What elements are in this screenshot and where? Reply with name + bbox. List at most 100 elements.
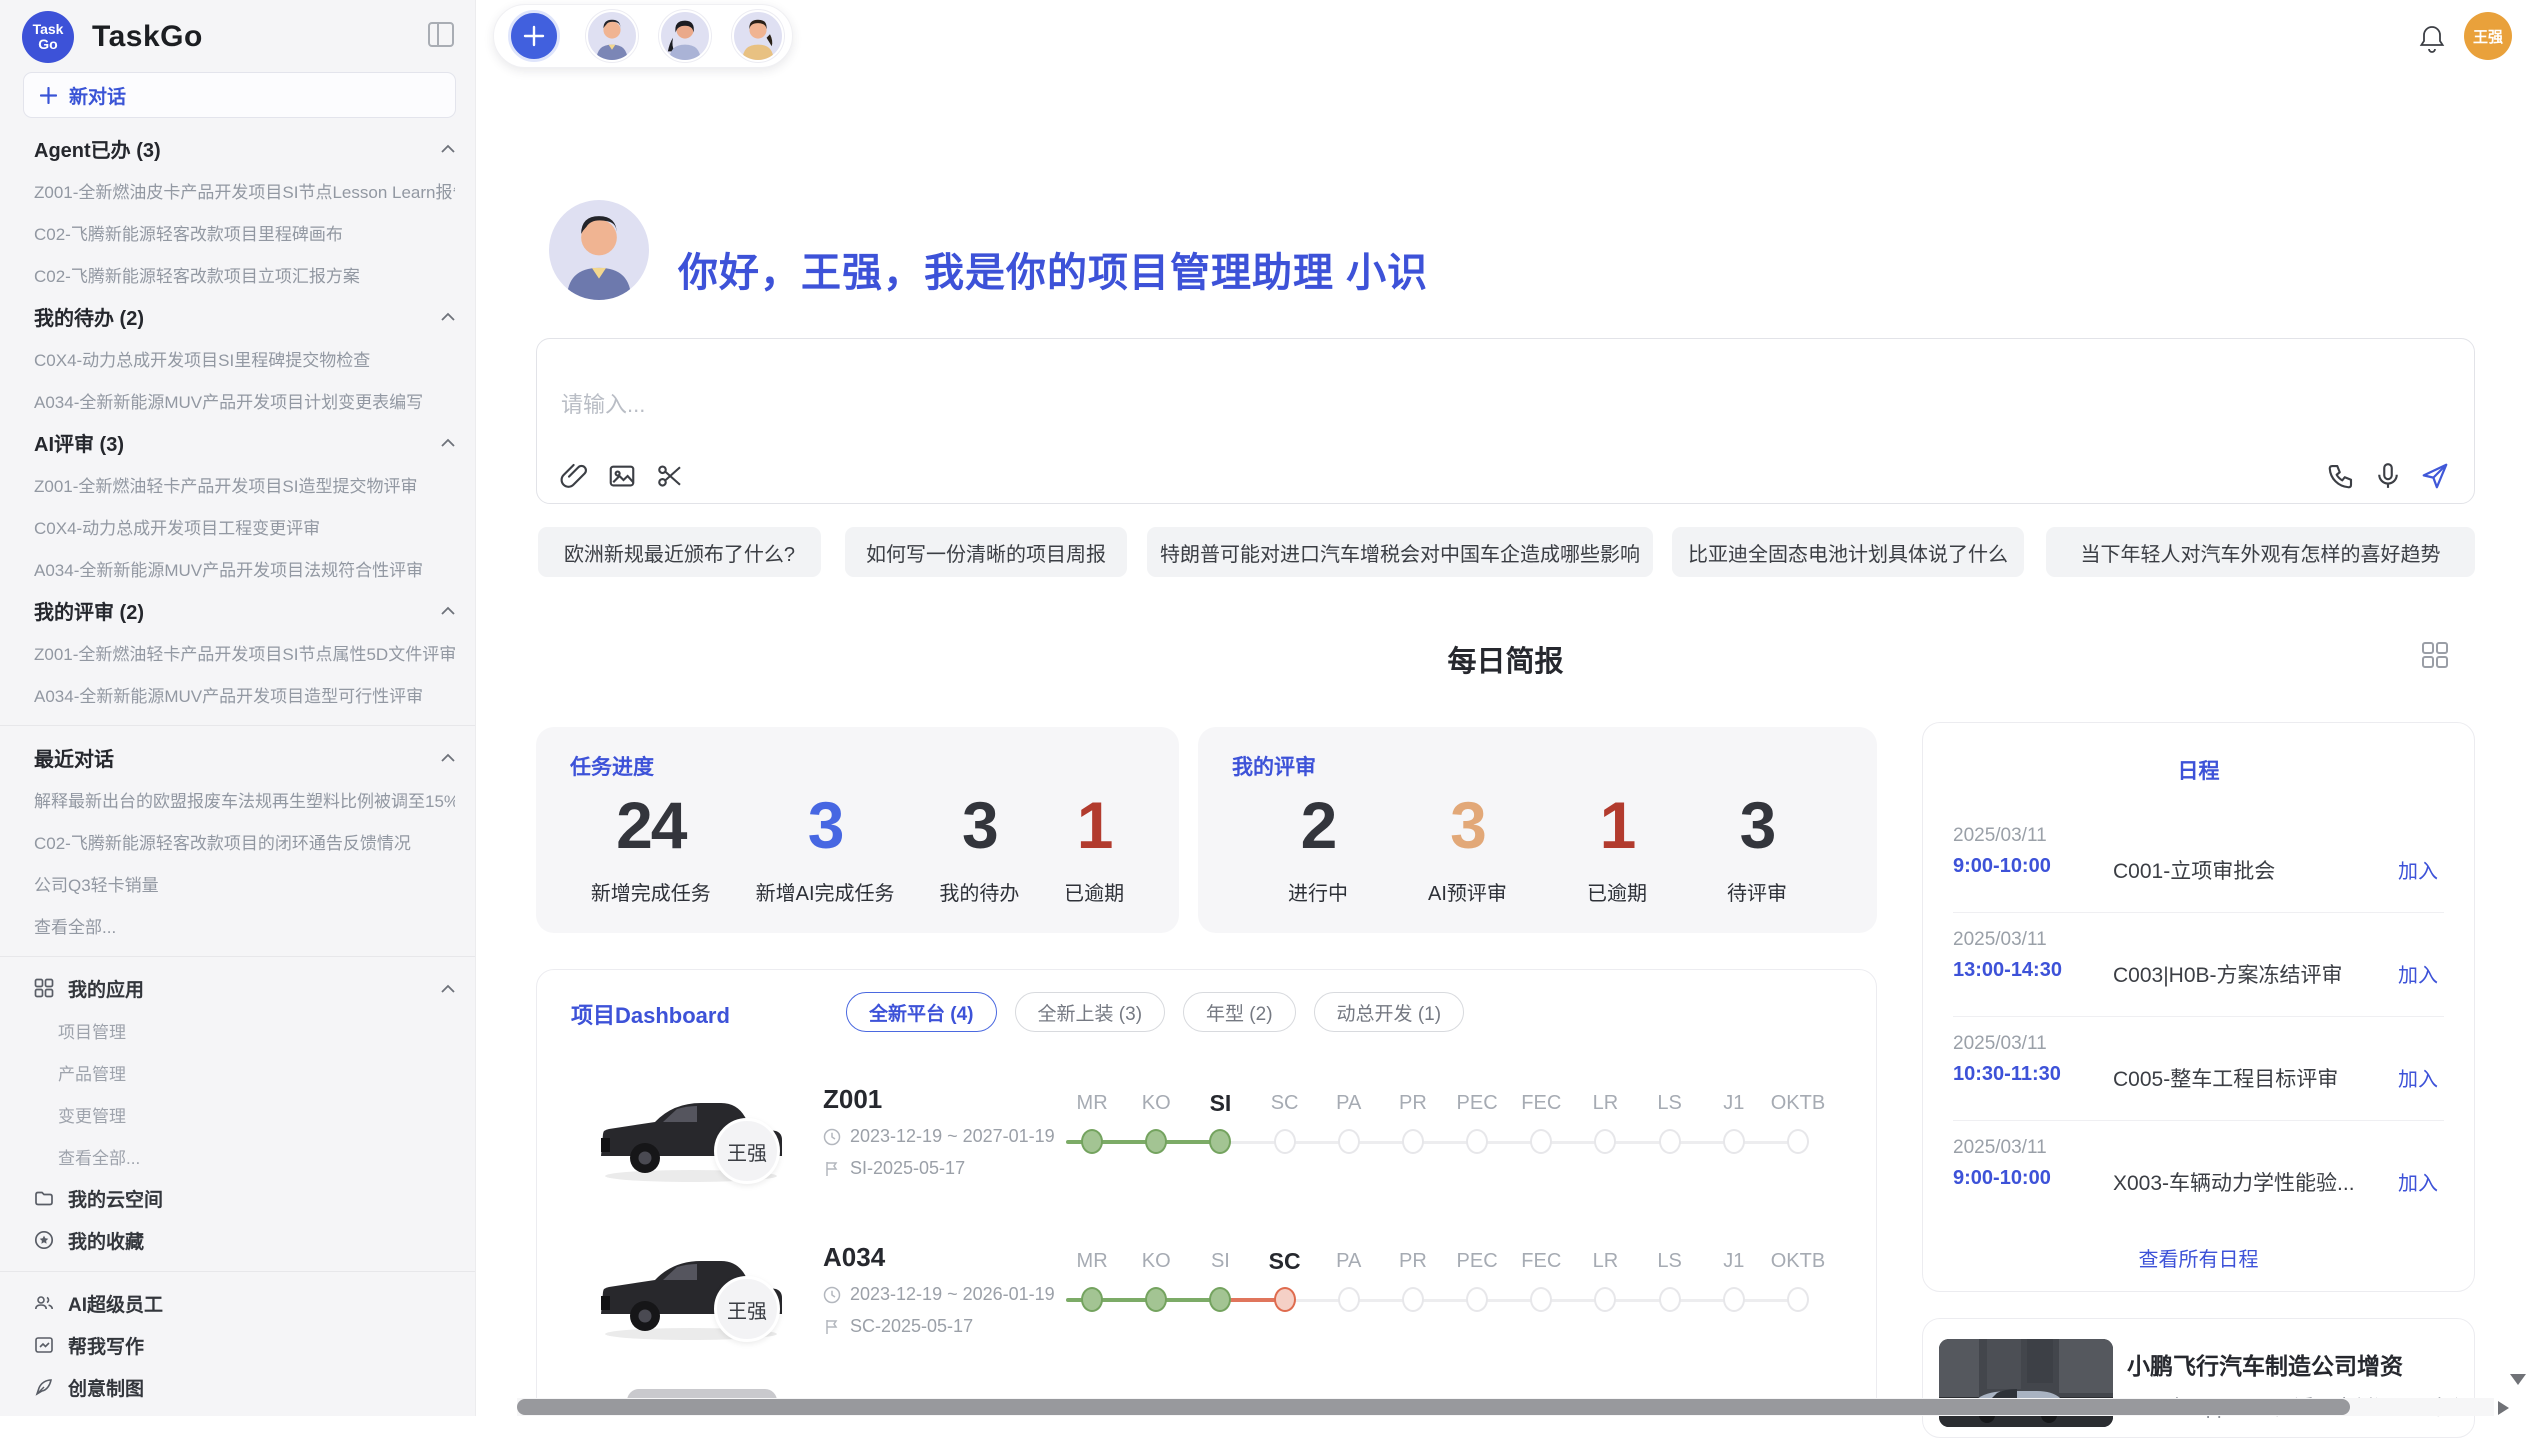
sidebar-item-ai-super-staff[interactable]: AI超级员工 xyxy=(0,1282,475,1324)
milestone-timeline: MRKO SI SC PAPR PECFEC LRLS J1OKTB xyxy=(1060,1228,1830,1380)
suggestion-chip[interactable]: 比亚迪全固态电池计划具体说了什么 xyxy=(1672,527,2024,577)
suggestion-chip[interactable]: 如何写一份清晰的项目周报 xyxy=(845,527,1127,577)
schedule-item: 2025/03/11 9:00-10:00 X003-车辆动力学性能验... 加… xyxy=(1953,1121,2444,1225)
chevron-up-icon[interactable] xyxy=(441,312,455,321)
scroll-right-arrow[interactable] xyxy=(2498,1401,2509,1415)
filter-chip[interactable]: 年型 (2) xyxy=(1183,992,1296,1032)
recent-view-all[interactable]: 查看全部... xyxy=(0,904,475,946)
project-row[interactable]: 王强 Z001 2023-12-19 ~ 2027-01-19 SI-2025-… xyxy=(537,1070,1877,1222)
sidebar-item-help-me-write[interactable]: 帮我写作 xyxy=(0,1324,475,1366)
chevron-up-icon[interactable] xyxy=(441,438,455,447)
milestone-dot xyxy=(1466,1287,1488,1312)
section-agent-done[interactable]: Agent已办 (3) xyxy=(0,127,475,169)
sidebar-item-cloud-space[interactable]: 我的云空间 xyxy=(0,1177,475,1219)
join-link[interactable]: 加入 xyxy=(2398,1063,2438,1092)
join-link[interactable]: 加入 xyxy=(2398,1167,2438,1196)
send-icon[interactable] xyxy=(2420,461,2450,491)
mic-icon[interactable] xyxy=(2373,461,2403,491)
new-chat-button[interactable]: 新对话 xyxy=(23,72,456,118)
join-link[interactable]: 加入 xyxy=(2398,855,2438,884)
milestone-dot xyxy=(1787,1287,1809,1312)
schedule-title: 日程 xyxy=(1923,755,2474,785)
recent-chat-item[interactable]: C02-飞腾新能源轻客改款项目的闭环通告反馈情况 xyxy=(0,820,475,862)
stat: 3AI预评审 xyxy=(1428,789,1507,906)
avatar[interactable] xyxy=(732,10,784,62)
schedule-view-all[interactable]: 查看所有日程 xyxy=(1923,1243,2474,1272)
milestone-dot xyxy=(1530,1287,1552,1312)
scissors-icon[interactable] xyxy=(655,461,685,491)
people-icon xyxy=(34,1293,54,1313)
list-item[interactable]: C02-飞腾新能源轻客改款项目立项汇报方案 xyxy=(0,253,475,295)
list-item[interactable]: A034-全新新能源MUV产品开发项目造型可行性评审 xyxy=(0,673,475,715)
milestone-dot xyxy=(1530,1129,1552,1154)
app-item-change-mgmt[interactable]: 变更管理 xyxy=(0,1093,475,1135)
app-logo[interactable]: Task Go xyxy=(22,11,74,63)
list-item[interactable]: C0X4-动力总成开发项目工程变更评审 xyxy=(0,505,475,547)
section-recent-chats[interactable]: 最近对话 xyxy=(0,736,475,778)
bell-icon[interactable] xyxy=(2418,24,2446,54)
assistant-avatar xyxy=(549,200,649,300)
list-item[interactable]: C0X4-动力总成开发项目SI里程碑提交物检查 xyxy=(0,337,475,379)
join-link[interactable]: 加入 xyxy=(2398,959,2438,988)
section-my-review[interactable]: 我的评审 (2) xyxy=(0,589,475,631)
milestone-dot xyxy=(1787,1129,1809,1154)
sidebar: Task Go TaskGo 新对话 Agent已办 (3) Z001-全新燃油… xyxy=(0,0,476,1416)
phone-icon[interactable] xyxy=(2326,461,2356,491)
user-avatar[interactable]: 王强 xyxy=(2464,12,2512,60)
quill-icon xyxy=(34,1377,54,1397)
list-item[interactable]: A034-全新新能源MUV产品开发项目法规符合性评审 xyxy=(0,547,475,589)
chevron-up-icon[interactable] xyxy=(441,144,455,153)
new-session-button[interactable] xyxy=(508,10,560,62)
avatar[interactable] xyxy=(659,10,711,62)
avatar[interactable] xyxy=(586,10,638,62)
chevron-up-icon[interactable] xyxy=(441,984,455,993)
list-item[interactable]: Z001-全新燃油轻卡产品开发项目SI节点属性5D文件评审 xyxy=(0,631,475,673)
sidebar-item-my-apps[interactable]: 我的应用 xyxy=(0,967,475,1009)
milestone-dot xyxy=(1145,1129,1167,1154)
app-title: TaskGo xyxy=(92,20,203,54)
schedule-item: 2025/03/11 13:00-14:30 C003|H0B-方案冻结评审 加… xyxy=(1953,913,2444,1017)
my-review-card: 我的评审 2进行中 3AI预评审 1已逾期 3待评审 xyxy=(1198,727,1877,933)
scroll-down-arrow[interactable] xyxy=(2510,1374,2526,1385)
suggestion-chip[interactable]: 特朗普可能对进口汽车增税会对中国车企造成哪些影响 xyxy=(1147,527,1653,577)
suggestion-chip[interactable]: 当下年轻人对汽车外观有怎样的喜好趋势 xyxy=(2046,527,2475,577)
app-item-product-mgmt[interactable]: 产品管理 xyxy=(0,1051,475,1093)
milestone-dot xyxy=(1338,1129,1360,1154)
chevron-up-icon[interactable] xyxy=(441,606,455,615)
paperclip-icon[interactable] xyxy=(559,461,589,491)
sidebar-item-creative-drawing[interactable]: 创意制图 xyxy=(0,1366,475,1408)
layout-grid-icon[interactable] xyxy=(2420,640,2450,670)
sidebar-collapse-icon[interactable] xyxy=(428,22,454,47)
suggestion-chip[interactable]: 欧洲新规最近颁布了什么? xyxy=(538,527,821,577)
filter-chip[interactable]: 全新上装 (3) xyxy=(1015,992,1166,1032)
milestone-dot xyxy=(1659,1287,1681,1312)
plus-icon xyxy=(40,87,57,104)
milestone-dot xyxy=(1081,1129,1103,1154)
apps-view-all[interactable]: 查看全部... xyxy=(0,1135,475,1177)
stat: 3待评审 xyxy=(1727,789,1787,906)
chat-input[interactable] xyxy=(559,391,1463,419)
image-icon[interactable] xyxy=(607,461,637,491)
section-my-todo[interactable]: 我的待办 (2) xyxy=(0,295,475,337)
project-row[interactable]: 王强 A034 2023-12-19 ~ 2026-01-19 SC-2025-… xyxy=(537,1228,1877,1380)
chevron-up-icon[interactable] xyxy=(441,753,455,762)
filter-chip[interactable]: 动总开发 (1) xyxy=(1314,992,1465,1032)
list-item[interactable]: Z001-全新燃油轻卡产品开发项目SI造型提交物评审 xyxy=(0,463,475,505)
section-ai-review[interactable]: AI评审 (3) xyxy=(0,421,475,463)
milestone-dot xyxy=(1402,1129,1424,1154)
new-chat-label: 新对话 xyxy=(69,82,126,109)
schedule-item: 2025/03/11 9:00-10:00 C001-立项审批会 加入 xyxy=(1953,809,2444,913)
filter-chip[interactable]: 全新平台 (4) xyxy=(846,992,997,1032)
horizontal-scrollbar-thumb[interactable] xyxy=(517,1399,2350,1415)
app-item-project-mgmt[interactable]: 项目管理 xyxy=(0,1009,475,1051)
list-item[interactable]: A034-全新新能源MUV产品开发项目计划变更表编写 xyxy=(0,379,475,421)
milestone-dot xyxy=(1594,1287,1616,1312)
project-flag-date: SI-2025-05-17 xyxy=(823,1158,965,1179)
list-item[interactable]: C02-飞腾新能源轻客改款项目里程碑画布 xyxy=(0,211,475,253)
sidebar-item-favorites[interactable]: 我的收藏 xyxy=(0,1219,475,1261)
news-card[interactable]: 小鹏飞行汽车制造公司增资 天眼查 App 显示，近日广州汇天飞行汽... xyxy=(1922,1318,2475,1438)
milestone-dot xyxy=(1081,1287,1103,1312)
recent-chat-item[interactable]: 公司Q3轻卡销量 xyxy=(0,862,475,904)
recent-chat-item[interactable]: 解释最新出台的欧盟报废车法规再生塑料比例被调至15%... xyxy=(0,778,475,820)
list-item[interactable]: Z001-全新燃油皮卡产品开发项目SI节点Lesson Learn报告 xyxy=(0,169,475,211)
